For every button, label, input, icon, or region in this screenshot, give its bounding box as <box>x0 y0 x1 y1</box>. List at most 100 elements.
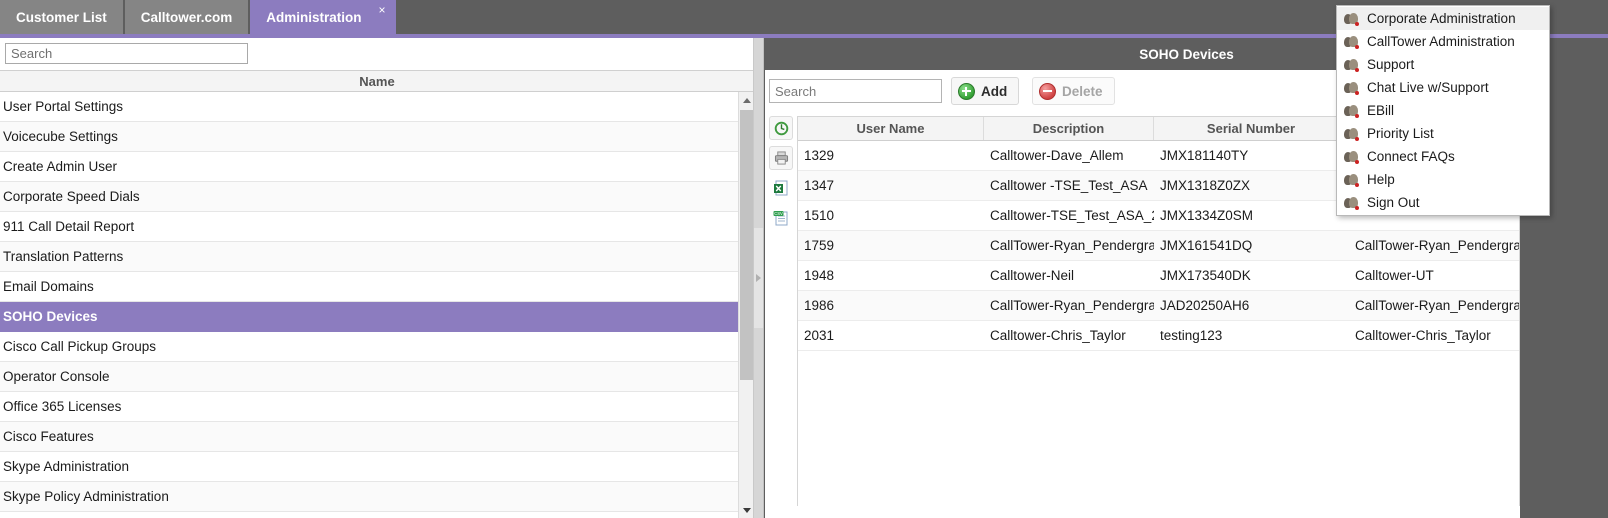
close-icon[interactable]: × <box>379 4 386 16</box>
table-cell: 1347 <box>804 178 835 193</box>
menu-item-label: Help <box>1367 172 1395 187</box>
list-item[interactable]: 911 Call Detail Report <box>0 212 738 242</box>
search-input[interactable] <box>5 43 248 64</box>
menu-item-label: Priority List <box>1367 126 1434 141</box>
users-group-icon <box>1344 127 1359 141</box>
list-item[interactable]: Voicecube Settings <box>0 122 738 152</box>
list-item[interactable]: Translation Patterns <box>0 242 738 272</box>
table-cell: Calltower-Dave_Allem <box>990 148 1124 163</box>
table-cell: 1329 <box>804 148 835 163</box>
scroll-down-icon[interactable] <box>739 502 753 518</box>
users-group-icon <box>1344 173 1359 187</box>
list-item[interactable]: Cisco Call Pickup Groups <box>0 332 738 362</box>
add-button[interactable]: Add <box>951 77 1020 105</box>
table-cell: JMX1334Z0SM <box>1160 208 1254 223</box>
table-cell: Calltower-UT <box>1355 268 1434 283</box>
application-window: Customer List Calltower.com Administrati… <box>0 0 1608 518</box>
list-item[interactable]: Cisco Features <box>0 422 738 452</box>
menu-item[interactable]: Help <box>1337 168 1549 191</box>
splitter-collapse-handle[interactable] <box>754 228 763 328</box>
table-cell: JMX173540DK <box>1160 268 1251 283</box>
tab-administration[interactable]: Administration × <box>250 0 396 34</box>
table-cell: 2031 <box>804 328 835 343</box>
table-cell: JMX161541DQ <box>1160 238 1253 253</box>
tab-label: Calltower.com <box>140 9 233 25</box>
delete-button-label: Delete <box>1062 83 1103 99</box>
menu-item[interactable]: Connect FAQs <box>1337 145 1549 168</box>
table-cell: JMX181140TY <box>1160 148 1249 163</box>
table-cell: CallTower-Ryan_Pendergrass <box>990 298 1154 313</box>
list-item[interactable]: Office 365 Licenses <box>0 392 738 422</box>
menu-item[interactable]: Corporate Administration <box>1337 7 1549 30</box>
users-group-icon <box>1344 104 1359 118</box>
list-item[interactable]: Create Admin User <box>0 152 738 182</box>
table-cell: testing123 <box>1160 328 1223 343</box>
grid-search-input[interactable] <box>769 79 942 103</box>
table-cell: Calltower-TSE_Test_ASA_2 <box>990 208 1154 223</box>
table-cell: 1986 <box>804 298 835 313</box>
delete-button[interactable]: Delete <box>1032 77 1115 105</box>
scrollbar-thumb[interactable] <box>740 110 753 380</box>
grid-icon-rail: CSV <box>769 116 795 246</box>
users-group-icon <box>1344 150 1359 164</box>
menu-item[interactable]: Chat Live w/Support <box>1337 76 1549 99</box>
table-row[interactable]: 1759 CallTower-Ryan_Pendergrass JMX161541D… <box>798 231 1519 261</box>
table-cell: Calltower-Neil <box>990 268 1075 283</box>
panel-splitter[interactable] <box>754 38 764 518</box>
list-item[interactable]: Operator Console <box>0 362 738 392</box>
table-cell: 1510 <box>804 208 835 223</box>
chevron-right-icon <box>756 274 761 282</box>
users-group-icon <box>1344 81 1359 95</box>
list-item[interactable]: Skype Administration <box>0 452 738 482</box>
menu-item-label: Support <box>1367 57 1415 72</box>
svg-text:CSV: CSV <box>774 211 783 216</box>
table-cell: CallTower-Ryan_Pendergrass <box>990 238 1154 253</box>
table-row[interactable]: 2031 Calltower-Chris_Taylor testing123 Call… <box>798 321 1519 351</box>
users-group-icon <box>1344 58 1359 72</box>
users-group-icon <box>1344 12 1359 26</box>
tab-label: Administration <box>266 9 362 25</box>
list-item[interactable]: Email Domains <box>0 272 738 302</box>
table-row[interactable]: 1986 CallTower-Ryan_Pendergrass JAD20250AH… <box>798 291 1519 321</box>
menu-item[interactable]: Priority List <box>1337 122 1549 145</box>
table-cell: Calltower-Chris_Taylor <box>1355 328 1491 343</box>
admin-feature-list[interactable]: User Portal Settings Voicecube Settings Cr… <box>0 92 738 518</box>
scroll-up-icon[interactable] <box>739 92 753 108</box>
menu-item[interactable]: EBill <box>1337 99 1549 122</box>
table-cell: JMX1318Z0ZX <box>1160 178 1251 193</box>
grid-column-header[interactable]: Serial Number <box>1154 117 1349 140</box>
users-group-icon <box>1344 35 1359 49</box>
menu-item[interactable]: CallTower Administration <box>1337 30 1549 53</box>
table-cell: JAD20250AH6 <box>1160 298 1250 313</box>
export-csv-icon[interactable]: CSV <box>769 206 793 230</box>
table-row[interactable]: 1948 Calltower-Neil JMX173540DK Calltower-U… <box>798 261 1519 291</box>
menu-item-label: EBill <box>1367 103 1395 118</box>
menu-item-label: Sign Out <box>1367 195 1420 210</box>
name-column-header: Name <box>0 70 753 92</box>
menu-item[interactable]: Support <box>1337 53 1549 76</box>
list-item[interactable]: User Portal Settings <box>0 92 738 122</box>
menu-item-label: CallTower Administration <box>1367 34 1515 49</box>
left-scrollbar[interactable] <box>738 92 753 518</box>
tab-customer-list[interactable]: Customer List <box>0 0 125 34</box>
tab-calltower-com[interactable]: Calltower.com <box>124 0 251 34</box>
menu-item[interactable]: Sign Out <box>1337 191 1549 214</box>
users-group-icon <box>1344 196 1359 210</box>
table-cell: CallTower-Ryan_Pendergrass <box>1355 298 1519 313</box>
menu-item-label: Corporate Administration <box>1367 11 1516 26</box>
left-panel: Name User Portal SettingsVoicecube Setti… <box>0 38 754 518</box>
table-cell: CallTower-Ryan_Pendergrass <box>1355 238 1519 253</box>
list-item-selected[interactable]: SOHO Devices <box>0 302 738 332</box>
tab-label: Customer List <box>16 9 107 25</box>
list-item[interactable]: Corporate Speed Dials <box>0 182 738 212</box>
add-button-label: Add <box>981 83 1008 99</box>
print-icon[interactable] <box>769 146 793 170</box>
refresh-icon[interactable] <box>769 116 793 140</box>
list-item[interactable]: Skype Policy Administration <box>0 482 738 512</box>
grid-column-header[interactable]: User Name <box>798 117 984 140</box>
table-cell: Calltower -TSE_Test_ASA <box>990 178 1148 193</box>
export-excel-icon[interactable] <box>769 176 793 200</box>
grid-column-header[interactable]: Description <box>984 117 1154 140</box>
account-dropdown-menu[interactable]: Corporate Administration CallTower Admini… <box>1336 5 1550 216</box>
left-search-container <box>0 38 753 70</box>
